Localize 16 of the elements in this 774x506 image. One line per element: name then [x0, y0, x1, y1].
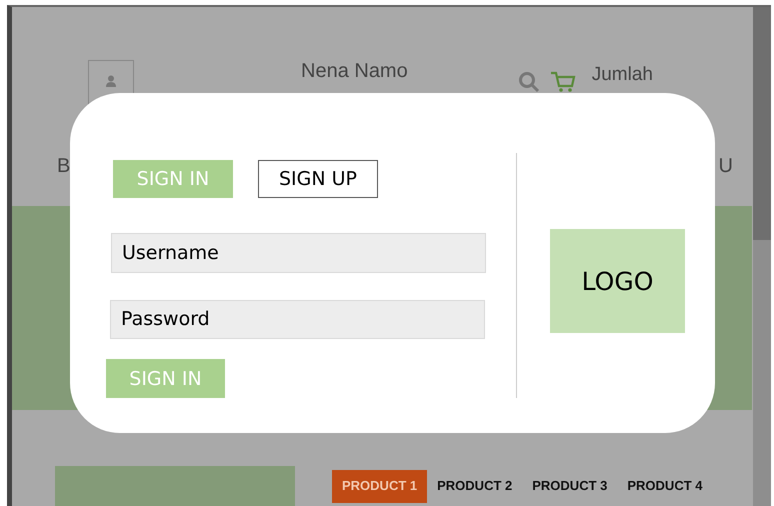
product-tab[interactable]: PRODUCT 3 — [522, 470, 618, 503]
cart-label: Jumlah — [592, 64, 653, 86]
cart-icon[interactable] — [550, 71, 576, 93]
brand-name: Nena Namo — [301, 60, 408, 83]
input-field[interactable]: Password — [110, 300, 485, 340]
auth-tab[interactable]: SIGN UP — [258, 160, 378, 198]
product-tab[interactable]: PRODUCT 2 — [427, 470, 522, 503]
user-icon — [106, 75, 116, 87]
product-tab[interactable]: PRODUCT 4 — [617, 470, 712, 503]
nav-item[interactable]: U — [718, 154, 733, 178]
input-field[interactable]: Username — [111, 233, 486, 273]
scrollbar[interactable] — [753, 7, 771, 506]
search-icon[interactable] — [518, 71, 540, 93]
product-tab[interactable]: PRODUCT 1 — [332, 470, 428, 503]
nav-item[interactable]: B — [57, 154, 70, 178]
logo-text: LOGO — [582, 266, 654, 296]
